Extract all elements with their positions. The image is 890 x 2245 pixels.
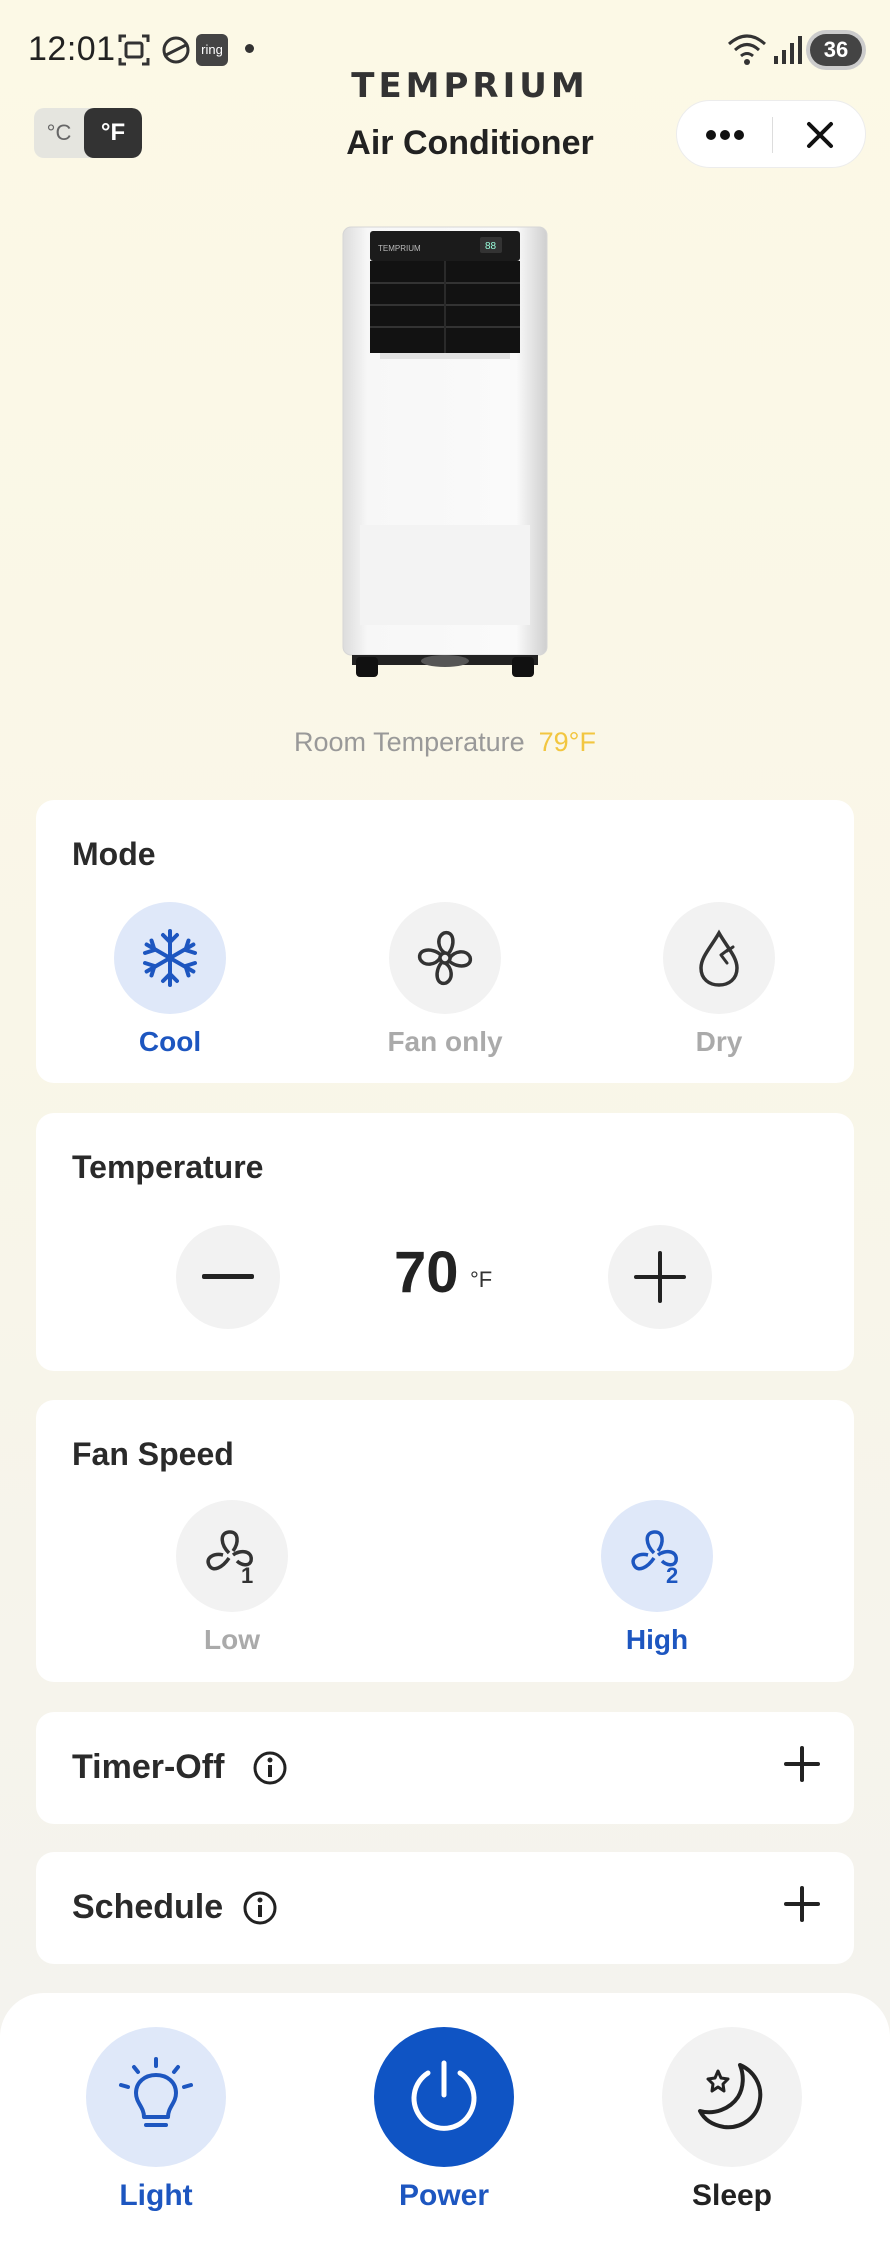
fan-icon: [417, 930, 473, 986]
temperature-card: Temperature 70 °F: [36, 1113, 854, 1371]
power-icon: [411, 2060, 477, 2131]
unit-brand-text: TEMPRIUM: [378, 244, 421, 253]
light-bulb-icon: [119, 2057, 193, 2127]
cool-button[interactable]: [114, 902, 226, 1014]
mode-option-cool[interactable]: Cool: [95, 902, 245, 1058]
unit-toggle[interactable]: °C °F: [34, 108, 142, 158]
timer-off-info-icon[interactable]: [252, 1750, 288, 1786]
mode-option-fan-only[interactable]: Fan only: [370, 902, 520, 1058]
notification-dot: [245, 44, 254, 53]
mode-card: Mode Cool Fan only Dry: [36, 800, 854, 1083]
light-button[interactable]: [86, 2027, 226, 2167]
schedule-title: Schedule: [72, 1888, 224, 1926]
dry-button[interactable]: [663, 902, 775, 1014]
mode-title: Mode: [72, 836, 156, 872]
timer-off-add-icon[interactable]: [784, 1746, 820, 1782]
low-speed-label: Low: [204, 1624, 260, 1655]
unit-fahrenheit-option[interactable]: °F: [84, 108, 142, 158]
fan-speed-option-low[interactable]: 1 Low: [157, 1500, 307, 1656]
temperature-title: Temperature: [72, 1149, 264, 1185]
svg-text:1: 1: [241, 1563, 253, 1587]
status-time: 12:01: [28, 30, 116, 68]
close-button[interactable]: [773, 101, 867, 169]
schedule-info-icon[interactable]: [242, 1890, 278, 1926]
temperature-value: 70: [394, 1240, 459, 1305]
power-control[interactable]: Power: [359, 2027, 529, 2213]
fan-only-label: Fan only: [387, 1026, 503, 1057]
bottom-control-bar: Light Power Sleep: [0, 1993, 890, 2245]
power-label: Power: [398, 2179, 490, 2212]
svg-text:2: 2: [666, 1563, 678, 1587]
light-control[interactable]: Light: [71, 2027, 241, 2213]
plus-icon: [634, 1251, 686, 1303]
screenshot-icon: [118, 34, 150, 66]
fan-speed-1-icon: 1: [206, 1530, 253, 1587]
brand-logo: TEMPRIUM: [351, 66, 589, 106]
sleep-button[interactable]: [662, 2027, 802, 2167]
moon-star-icon: [698, 2063, 763, 2130]
ring-app-icon: ring: [196, 34, 228, 66]
more-dots-icon: [705, 130, 744, 140]
sleep-control[interactable]: Sleep: [647, 2027, 817, 2213]
room-temperature-value: 79°F: [538, 727, 596, 757]
temperature-unit: °F: [470, 1267, 493, 1292]
sleep-label: Sleep: [691, 2179, 773, 2212]
minus-icon: [202, 1274, 254, 1279]
timer-off-title: Timer-Off: [72, 1748, 225, 1786]
fan-speed-card: Fan Speed 1 Low 2 High: [36, 1400, 854, 1682]
high-speed-label: High: [625, 1624, 689, 1655]
room-temperature: Room Temperature 79°F: [0, 727, 890, 758]
schedule-row[interactable]: Schedule: [36, 1852, 854, 1964]
low-speed-button[interactable]: 1: [176, 1500, 288, 1612]
schedule-add-icon[interactable]: [784, 1886, 820, 1922]
light-label: Light: [119, 2179, 193, 2212]
fan-speed-option-high[interactable]: 2 High: [582, 1500, 732, 1656]
air-conditioner-image: TEMPRIUM 88: [342, 226, 548, 677]
decrease-temperature-button[interactable]: [176, 1225, 280, 1329]
fan-only-button[interactable]: [389, 902, 501, 1014]
droplet-icon: [699, 929, 739, 987]
increase-temperature-button[interactable]: [608, 1225, 712, 1329]
room-temperature-label: Room Temperature: [294, 727, 525, 757]
fan-speed-2-icon: 2: [631, 1530, 678, 1587]
fan-speed-title: Fan Speed: [72, 1436, 234, 1472]
high-speed-button[interactable]: 2: [601, 1500, 713, 1612]
battery-indicator: 36: [810, 34, 862, 66]
wifi-icon: [728, 34, 766, 65]
more-button[interactable]: [677, 101, 772, 169]
dry-label: Dry: [695, 1026, 743, 1057]
signal-icon: [774, 36, 802, 64]
power-button[interactable]: [374, 2027, 514, 2167]
page-title: Air Conditioner: [346, 124, 594, 162]
close-icon: [807, 122, 833, 148]
sync-icon: [162, 36, 190, 64]
unit-display-text: 88: [485, 241, 497, 252]
mini-program-capsule: [676, 100, 866, 168]
timer-off-row[interactable]: Timer-Off: [36, 1712, 854, 1824]
unit-celsius-option[interactable]: °C: [34, 108, 84, 158]
cool-label: Cool: [138, 1026, 202, 1057]
mode-option-dry[interactable]: Dry: [644, 902, 794, 1058]
snowflake-icon: [143, 929, 197, 987]
